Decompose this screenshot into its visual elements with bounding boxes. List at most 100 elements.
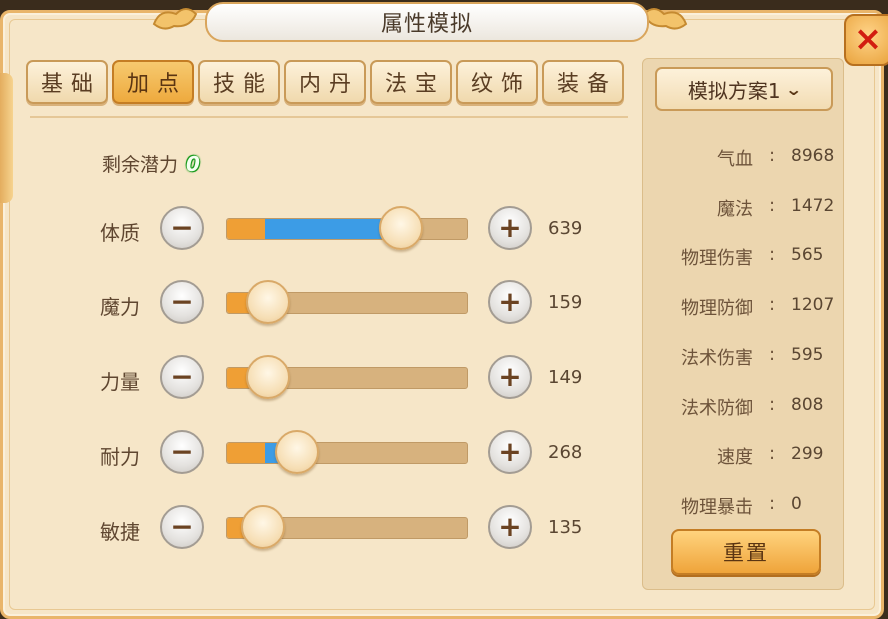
attribute-row-endurance: 耐力 − + 268: [100, 430, 600, 476]
tab-equipment[interactable]: 装备: [542, 60, 624, 104]
increase-button[interactable]: +: [488, 505, 532, 549]
frame-ornament: [0, 73, 13, 203]
attribute-value: 149: [548, 367, 583, 388]
decrease-button[interactable]: −: [160, 280, 204, 324]
attribute-value: 639: [548, 218, 583, 239]
stat-row-phys-damage: 物理伤害 : 565: [643, 244, 845, 269]
stat-label: 法术伤害: [681, 348, 753, 369]
stat-label: 魔法: [717, 199, 753, 220]
close-icon: ×: [853, 19, 883, 59]
slider-knob[interactable]: [246, 355, 290, 399]
remaining-potential: 剩余潜力 0: [102, 150, 200, 177]
slider-base-fill: [227, 443, 265, 463]
slider-knob[interactable]: [241, 505, 285, 549]
stat-label: 气血: [717, 149, 753, 170]
increase-button[interactable]: +: [488, 206, 532, 250]
stat-value: 0: [791, 494, 802, 514]
scheme-dropdown[interactable]: 模拟方案1 ⌄: [655, 67, 833, 111]
slider-base-fill: [227, 219, 265, 239]
slider-knob[interactable]: [379, 206, 423, 250]
attribute-label: 力量: [100, 370, 140, 394]
stat-separator: :: [769, 244, 776, 265]
stat-row-phys-crit: 物理暴击 : 0: [643, 493, 845, 518]
stat-value: 1472: [791, 196, 835, 216]
tab-label: 内丹: [298, 72, 359, 97]
increase-button[interactable]: +: [488, 355, 532, 399]
attribute-slider[interactable]: [226, 430, 468, 474]
attribute-label: 魔力: [100, 295, 140, 319]
attribute-label: 耐力: [100, 445, 140, 469]
plus-icon: +: [498, 360, 522, 393]
tab-ornament[interactable]: 纹饰: [456, 60, 538, 104]
stat-row-phys-defense: 物理防御 : 1207: [643, 294, 845, 319]
stat-row-hp: 气血 : 8968: [643, 145, 845, 170]
stat-label: 速度: [717, 447, 753, 468]
stat-value: 565: [791, 245, 824, 265]
plus-icon: +: [498, 285, 522, 318]
decrease-button[interactable]: −: [160, 355, 204, 399]
stat-value: 299: [791, 444, 824, 464]
attribute-row-agility: 敏捷 − + 135: [100, 505, 600, 551]
stats-panel: 模拟方案1 ⌄ 气血 : 8968 魔法 : 1472 物理伤害 : 565 物…: [642, 58, 844, 590]
tab-label: 基础: [40, 72, 101, 97]
close-button[interactable]: ×: [844, 14, 888, 66]
stat-separator: :: [769, 394, 776, 415]
stat-separator: :: [769, 195, 776, 216]
attribute-row-constitution: 体质 − + 639: [100, 206, 600, 252]
tab-label: 纹饰: [470, 72, 531, 97]
attribute-slider[interactable]: [226, 206, 468, 250]
increase-button[interactable]: +: [488, 280, 532, 324]
attribute-row-strength: 力量 − + 149: [100, 355, 600, 401]
divider: [30, 116, 628, 118]
stat-label: 物理防御: [681, 298, 753, 319]
stat-separator: :: [769, 344, 776, 365]
tab-label: 技能: [212, 72, 273, 97]
minus-icon: −: [170, 211, 194, 244]
tab-inner-core[interactable]: 内丹: [284, 60, 366, 104]
attribute-row-magic: 魔力 − + 159: [100, 280, 600, 326]
tab-basic[interactable]: 基础: [26, 60, 108, 104]
attribute-label: 敏捷: [100, 520, 140, 544]
stat-separator: :: [769, 294, 776, 315]
increase-button[interactable]: +: [488, 430, 532, 474]
stat-value: 808: [791, 395, 824, 415]
stat-row-magic-defense: 法术防御 : 808: [643, 394, 845, 419]
potential-value: 0: [186, 151, 200, 176]
scheme-label: 模拟方案1: [687, 78, 781, 103]
stat-separator: :: [769, 493, 776, 514]
cloud-ornament-left: [152, 8, 198, 30]
stat-label: 物理暴击: [681, 497, 753, 518]
slider-knob[interactable]: [246, 280, 290, 324]
slider-added-fill: [265, 219, 389, 239]
plus-icon: +: [498, 510, 522, 543]
stat-separator: :: [769, 443, 776, 464]
tab-skills[interactable]: 技能: [198, 60, 280, 104]
attribute-slider[interactable]: [226, 280, 468, 324]
tab-label: 装备: [556, 72, 617, 97]
decrease-button[interactable]: −: [160, 505, 204, 549]
reset-label: 重置: [723, 541, 769, 565]
stat-value: 8968: [791, 146, 835, 166]
stat-value: 1207: [791, 295, 835, 315]
plus-icon: +: [498, 211, 522, 244]
tab-bar: 基础 加点 技能 内丹 法宝 纹饰 装备: [26, 60, 624, 104]
stat-value: 595: [791, 345, 824, 365]
stat-separator: :: [769, 145, 776, 166]
attribute-slider[interactable]: [226, 355, 468, 399]
minus-icon: −: [170, 435, 194, 468]
tab-label: 加点: [126, 72, 187, 97]
minus-icon: −: [170, 360, 194, 393]
reset-button[interactable]: 重置: [671, 529, 821, 575]
decrease-button[interactable]: −: [160, 206, 204, 250]
tab-add-points[interactable]: 加点: [112, 60, 194, 104]
attribute-label: 体质: [100, 221, 140, 245]
tab-magic-treasure[interactable]: 法宝: [370, 60, 452, 104]
attribute-value: 159: [548, 292, 583, 313]
stat-row-magic-damage: 法术伤害 : 595: [643, 344, 845, 369]
slider-knob[interactable]: [275, 430, 319, 474]
decrease-button[interactable]: −: [160, 430, 204, 474]
title-plate: 属性模拟: [205, 2, 649, 42]
attribute-slider[interactable]: [226, 505, 468, 549]
plus-icon: +: [498, 435, 522, 468]
stat-label: 物理伤害: [681, 248, 753, 269]
